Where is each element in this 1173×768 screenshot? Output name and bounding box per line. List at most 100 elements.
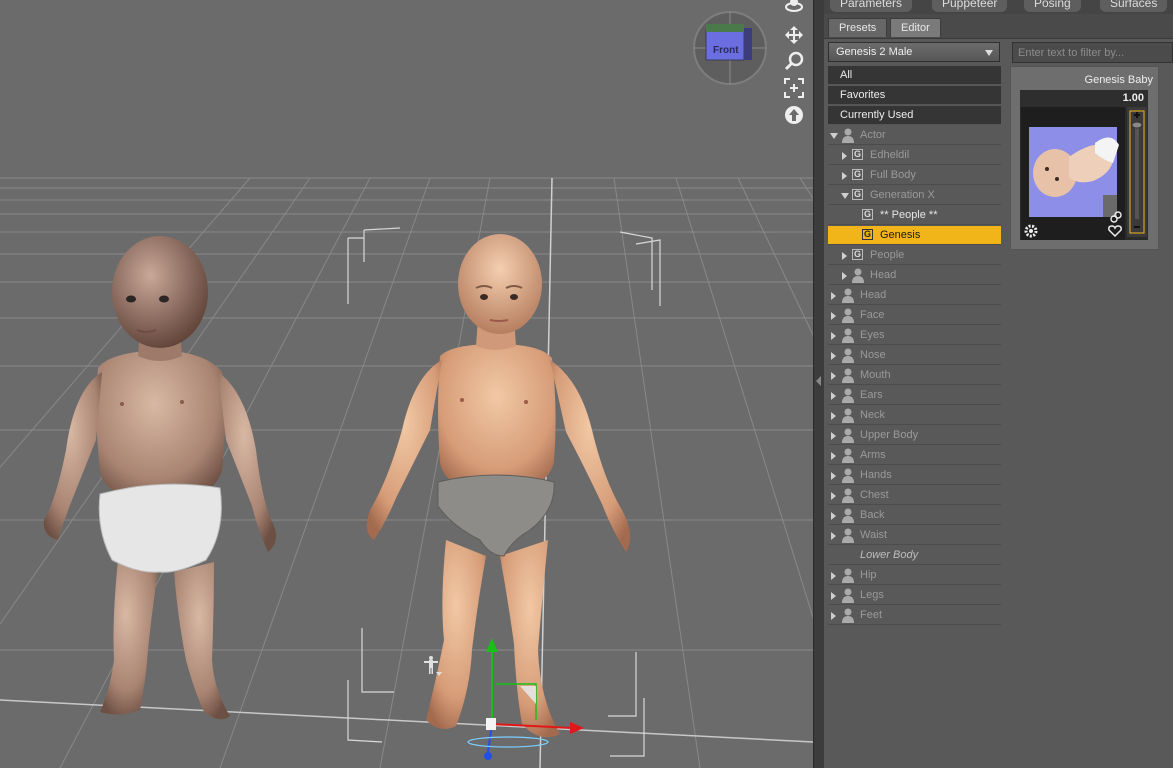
- tree-item-edheldil[interactable]: G Edheldil: [828, 146, 1001, 165]
- expand-arrow-icon[interactable]: [831, 452, 836, 460]
- link-icon[interactable]: [1110, 211, 1122, 226]
- expand-arrow-icon[interactable]: [831, 332, 836, 340]
- expand-arrow-icon[interactable]: [831, 292, 836, 300]
- expand-arrow-icon[interactable]: [842, 272, 847, 280]
- frame-icon[interactable]: [782, 77, 806, 99]
- person-icon: [842, 568, 854, 583]
- tab-posing[interactable]: Posing: [1024, 0, 1081, 12]
- gear-icon[interactable]: [1024, 224, 1038, 241]
- tree-item-all[interactable]: All: [828, 66, 1001, 85]
- tree-item-label: Currently Used: [840, 109, 914, 121]
- expand-arrow-icon[interactable]: [831, 372, 836, 380]
- person-icon: [842, 328, 854, 343]
- tree-item-label: ** People **: [880, 209, 938, 221]
- home-icon[interactable]: [782, 104, 806, 126]
- tree-item-ears[interactable]: Ears: [828, 386, 1001, 405]
- tab-parameters[interactable]: Parameters: [830, 0, 913, 12]
- tree-item-label: Full Body: [870, 169, 916, 181]
- tree-item-hands[interactable]: Hands: [828, 466, 1001, 485]
- tree-item-upper-body[interactable]: Upper Body: [828, 426, 1001, 445]
- expand-arrow-icon[interactable]: [831, 612, 836, 620]
- tree-item-generation-x[interactable]: G Generation X: [828, 186, 1001, 205]
- group-icon: G: [862, 229, 873, 240]
- tree-item-currently-used[interactable]: Currently Used: [828, 106, 1001, 125]
- preset-slider[interactable]: [1127, 107, 1147, 237]
- tree-item-waist[interactable]: Waist: [828, 526, 1001, 545]
- zoom-icon[interactable]: [782, 50, 806, 72]
- heart-icon[interactable]: [1108, 225, 1122, 240]
- group-icon: G: [862, 209, 873, 220]
- group-icon: G: [852, 249, 863, 260]
- tree-item-hip[interactable]: Hip: [828, 566, 1001, 585]
- tree-item-label: Face: [860, 309, 885, 321]
- tab-presets[interactable]: Presets: [828, 18, 888, 37]
- tree-item-genesis[interactable]: G Genesis: [828, 226, 1001, 245]
- tree-item-eyes[interactable]: Eyes: [828, 326, 1001, 345]
- collapse-arrow-icon[interactable]: [816, 376, 821, 386]
- tree-item-legs[interactable]: Legs: [828, 586, 1001, 605]
- tree-item-label: Favorites: [840, 89, 886, 101]
- person-icon: [842, 408, 854, 423]
- expand-arrow-icon[interactable]: [831, 412, 836, 420]
- preset-thumbnail-frame: 1.00: [1020, 90, 1148, 240]
- expand-arrow-icon[interactable]: [842, 172, 847, 180]
- tree-item-label: Actor: [860, 129, 886, 141]
- tree-item-favorites[interactable]: Favorites: [828, 86, 1001, 105]
- group-icon: G: [852, 169, 863, 180]
- expand-arrow-icon[interactable]: [831, 392, 836, 400]
- figure-select-value: Genesis 2 Male: [836, 46, 913, 58]
- tree-item-label: Nose: [860, 349, 886, 361]
- expand-arrow-icon[interactable]: [831, 432, 836, 440]
- tab-surfaces[interactable]: Surfaces: [1100, 0, 1168, 12]
- person-icon: [852, 268, 864, 283]
- pan-icon[interactable]: [782, 24, 806, 46]
- tree-item-nose[interactable]: Nose: [828, 346, 1001, 365]
- tree-item-lower-body[interactable]: Lower Body: [828, 546, 1001, 565]
- tree-item-people-group[interactable]: G ** People **: [828, 206, 1001, 225]
- tree-item-feet[interactable]: Feet: [828, 606, 1001, 625]
- expand-arrow-icon[interactable]: [831, 472, 836, 480]
- category-tree: All Favorites Currently Used Actor G Edh…: [828, 66, 1001, 626]
- person-icon: [842, 288, 854, 303]
- tree-item-arms[interactable]: Arms: [828, 446, 1001, 465]
- expand-arrow-icon[interactable]: [842, 252, 847, 260]
- tree-item-face[interactable]: Face: [828, 306, 1001, 325]
- tree-item-head[interactable]: Head: [828, 286, 1001, 305]
- orbit-icon[interactable]: [782, 0, 806, 16]
- tree-item-neck[interactable]: Neck: [828, 406, 1001, 425]
- tree-item-label: Legs: [860, 589, 884, 601]
- tab-puppeteer[interactable]: Puppeteer: [932, 0, 1008, 12]
- person-icon: [842, 448, 854, 463]
- tree-item-back[interactable]: Back: [828, 506, 1001, 525]
- expand-arrow-icon[interactable]: [831, 492, 836, 500]
- tree-item-label: People: [870, 249, 905, 261]
- tab-editor[interactable]: Editor: [890, 18, 941, 37]
- tree-item-full-body[interactable]: G Full Body: [828, 166, 1001, 185]
- tree-item-chest[interactable]: Chest: [828, 486, 1001, 505]
- tree-item-mouth[interactable]: Mouth: [828, 366, 1001, 385]
- expand-arrow-icon[interactable]: [831, 532, 836, 540]
- person-icon: [842, 528, 854, 543]
- expand-arrow-icon[interactable]: [831, 312, 836, 320]
- tree-item-actor[interactable]: Actor: [828, 126, 1001, 145]
- morph-preset-card[interactable]: Genesis Baby 1.00: [1010, 66, 1159, 250]
- 3d-viewport[interactable]: Front: [0, 0, 813, 768]
- expand-arrow-icon[interactable]: [842, 152, 847, 160]
- person-icon: [842, 608, 854, 623]
- tree-item-label: Feet: [860, 609, 883, 621]
- expand-arrow-icon[interactable]: [831, 572, 836, 580]
- tree-item-label: Head: [860, 289, 887, 301]
- expand-arrow-icon[interactable]: [831, 352, 836, 360]
- tree-item-people[interactable]: G People: [828, 246, 1001, 265]
- preset-value[interactable]: 1.00: [1020, 90, 1148, 107]
- scene-render[interactable]: [0, 0, 813, 768]
- figure-select[interactable]: Genesis 2 Male: [828, 42, 1000, 62]
- sub-tab-bar: Presets Editor: [824, 14, 1173, 39]
- expand-arrow-icon[interactable]: [841, 193, 849, 199]
- tree-item-label: Chest: [860, 489, 889, 501]
- expand-arrow-icon[interactable]: [831, 512, 836, 520]
- tree-item-actor-head[interactable]: Head: [828, 266, 1001, 285]
- expand-arrow-icon[interactable]: [831, 592, 836, 600]
- expand-arrow-icon[interactable]: [830, 133, 838, 139]
- filter-input[interactable]: [1012, 42, 1173, 63]
